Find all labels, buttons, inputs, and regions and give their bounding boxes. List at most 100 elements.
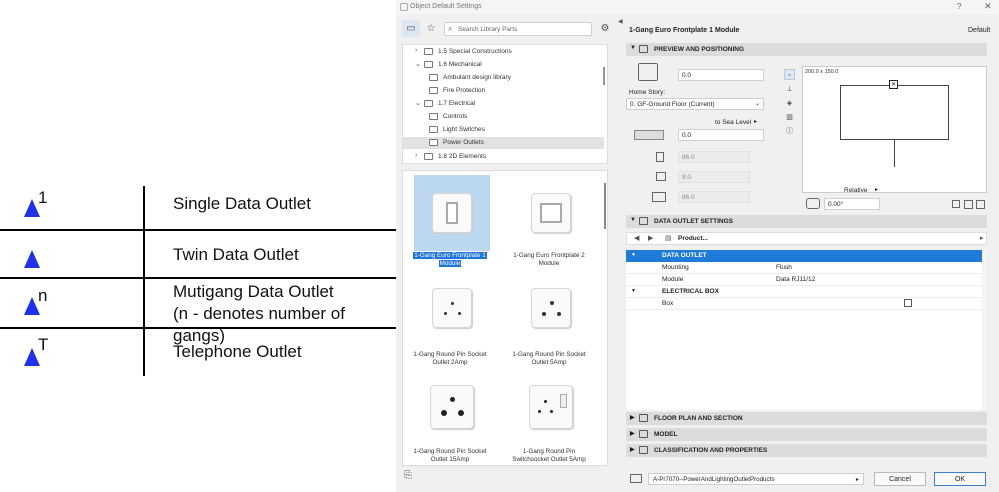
to-sea-level-label[interactable]: to Sea Level <box>715 119 751 126</box>
mirror-icon[interactable] <box>964 200 973 209</box>
table-row[interactable]: Module Data RJ11/12 <box>626 274 982 286</box>
tree-item-special-constructions[interactable]: › 1.5 Special Constructions <box>415 46 605 58</box>
frontplate-image <box>531 193 571 233</box>
section-preview-positioning[interactable]: ▼ PREVIEW AND POSITIONING <box>626 43 987 56</box>
folder-icon <box>429 126 438 133</box>
chevron-right-icon[interactable]: ▸ <box>980 234 984 242</box>
sea-level-field[interactable]: 0.0 <box>678 129 764 141</box>
tree-item-power-outlets[interactable]: Power Outlets <box>403 137 604 149</box>
tree-item-electrical[interactable]: ⌄ 1.7 Electrical <box>415 98 605 110</box>
section-title: DATA OUTLET SETTINGS <box>654 218 733 225</box>
mirror-alt-icon[interactable] <box>976 200 985 209</box>
collapse-pane-icon[interactable]: ◀ <box>618 18 623 25</box>
layer-select[interactable]: A-Pr7070--PowerAndLightingOutletProducts… <box>648 473 864 485</box>
tree-item-label: 1.7 Electrical <box>438 100 476 107</box>
section-floor-plan[interactable]: ▶ FLOOR PLAN AND SECTION <box>626 412 987 425</box>
elevation-view-icon[interactable]: ▥ <box>784 112 795 123</box>
legend-text: Twin Data Outlet <box>173 245 299 264</box>
socket-image <box>531 288 571 328</box>
gallery-label: 1-Gang Round Pin Socket Outlet 5Amp <box>512 351 586 366</box>
gallery-item[interactable]: 1-Gang Round Pin Switchsocket Outlet 5Amp <box>502 371 596 463</box>
preview-symbol-icon: ✕ <box>889 80 898 89</box>
rotation-angle-field[interactable]: 0.00° <box>824 198 880 210</box>
favorites-star-icon[interactable]: ☆ <box>422 20 440 37</box>
gallery-item[interactable]: 1-Gang Euro Frontplate 1 Module <box>403 175 497 267</box>
tree-item-fire-protection[interactable]: Fire Protection <box>429 85 605 97</box>
tree-item-2d-elements[interactable]: › 1.8 2D Elements <box>415 151 605 163</box>
section-title: FLOOR PLAN AND SECTION <box>654 415 743 422</box>
gallery-scrollbar[interactable] <box>604 183 606 229</box>
table-scrollbar[interactable] <box>983 250 987 410</box>
mirror-checkbox[interactable] <box>952 200 960 208</box>
chevron-down-icon[interactable]: ⌄ <box>415 99 421 107</box>
gallery-label: 1-Gang Euro Frontplate 1 Module <box>413 252 487 267</box>
table-row[interactable]: Mounting Flush <box>626 262 982 274</box>
gallery-item[interactable]: 1-Gang Round Pin Socket Outlet 15Amp <box>403 371 497 463</box>
close-button[interactable]: ✕ <box>984 1 992 12</box>
plan-view-icon[interactable]: ▫ <box>784 69 795 80</box>
chevron-right-icon[interactable]: ▸ <box>875 186 878 193</box>
layer-value: A-Pr7070--PowerAndLightingOutletProducts <box>653 476 775 483</box>
home-story-select[interactable]: 0. GF-Ground Floor (Current) ⌄ <box>626 98 764 110</box>
param-value: Flush <box>776 264 792 271</box>
elevation-field[interactable]: 0.0 <box>678 69 764 81</box>
depth-field[interactable]: 9.0 <box>678 171 750 183</box>
socket-image <box>430 385 474 429</box>
table-row[interactable]: Box <box>626 298 982 310</box>
box-checkbox[interactable] <box>904 299 912 307</box>
chevron-right-icon: ▶ <box>630 431 635 437</box>
chevron-right-icon[interactable]: › <box>415 47 417 54</box>
tree-item-ambulant[interactable]: Ambulant design library <box>429 72 605 84</box>
section-data-outlet-settings[interactable]: ▼ DATA OUTLET SETTINGS <box>626 215 987 228</box>
chevron-right-icon[interactable]: › <box>415 152 417 159</box>
gallery-item[interactable]: 1-Gang Euro Frontplate 2 Module <box>502 175 596 267</box>
app-icon <box>400 3 408 11</box>
tree-item-mechanical[interactable]: ⌄ 1.6 Mechanical <box>415 59 605 71</box>
search-input[interactable]: ⌕ Search Library Parts <box>444 22 592 36</box>
section-model[interactable]: ▶ MODEL <box>626 428 987 441</box>
tree-item-label: 1.8 2D Elements <box>438 153 487 160</box>
next-arrow-icon[interactable]: ▶ <box>648 234 653 242</box>
folder-view-icon[interactable]: ▭ <box>402 20 420 37</box>
section-view-icon[interactable]: ⊥ <box>784 84 795 95</box>
tree-item-light-switches[interactable]: Light Switches <box>429 124 605 136</box>
cancel-button[interactable]: Cancel <box>874 472 926 486</box>
param-label: Module <box>662 276 684 283</box>
prev-arrow-icon[interactable]: ◀ <box>634 234 639 242</box>
width-field[interactable]: 86.0 <box>678 151 750 163</box>
gallery-thumbnail <box>513 274 589 350</box>
folder-icon <box>429 139 438 146</box>
folder-icon <box>429 74 438 81</box>
info-icon[interactable]: ⓘ <box>784 126 795 137</box>
chevron-down-icon: ▼ <box>630 217 636 223</box>
gallery-label: 1-Gang Round Pin Socket Outlet 2Amp <box>413 351 487 366</box>
group-label: DATA OUTLET <box>662 252 707 259</box>
gallery-item[interactable]: 1-Gang Round Pin Socket Outlet 2Amp <box>403 274 497 366</box>
tree-scrollbar[interactable] <box>603 67 605 85</box>
tree-item-label: Power Outlets <box>443 139 484 146</box>
relative-label[interactable]: Relative <box>844 187 867 194</box>
sea-level-icon <box>634 130 664 140</box>
height-field[interactable]: 86.0 <box>678 191 750 203</box>
library-manager-icon[interactable]: ⎘ <box>404 470 412 481</box>
chevron-right-icon: ▶ <box>630 415 635 421</box>
help-button[interactable]: ? <box>957 2 961 11</box>
product-nav-bar: ◀ ▶ ▤ Product... ▸ <box>626 232 987 245</box>
chevron-down-icon: ▼ <box>631 252 636 258</box>
chevron-down-icon[interactable]: ⌄ <box>415 60 421 68</box>
default-label: Default <box>968 27 991 34</box>
height-icon <box>652 192 666 202</box>
tree-item-controls[interactable]: Controls <box>429 111 605 123</box>
preview-dimension: 200.0 x 150.0 <box>805 69 839 75</box>
3d-view-icon[interactable]: ◈ <box>784 98 795 109</box>
group-row-data-outlet[interactable]: ▼ DATA OUTLET <box>626 250 982 262</box>
group-row-electrical-box[interactable]: ▼ ELECTRICAL BOX <box>626 286 982 298</box>
product-label[interactable]: Product... <box>678 235 708 242</box>
dialog-title: Object Default Settings <box>410 3 482 10</box>
chevron-right-icon[interactable]: ▸ <box>754 118 757 125</box>
section-classification[interactable]: ▶ CLASSIFICATION AND PROPERTIES <box>626 444 987 457</box>
ok-button[interactable]: OK <box>934 472 986 486</box>
gallery-item[interactable]: 1-Gang Round Pin Socket Outlet 5Amp <box>502 274 596 366</box>
gear-icon[interactable]: ⚙ <box>596 20 614 37</box>
switch-socket-image <box>529 385 573 429</box>
